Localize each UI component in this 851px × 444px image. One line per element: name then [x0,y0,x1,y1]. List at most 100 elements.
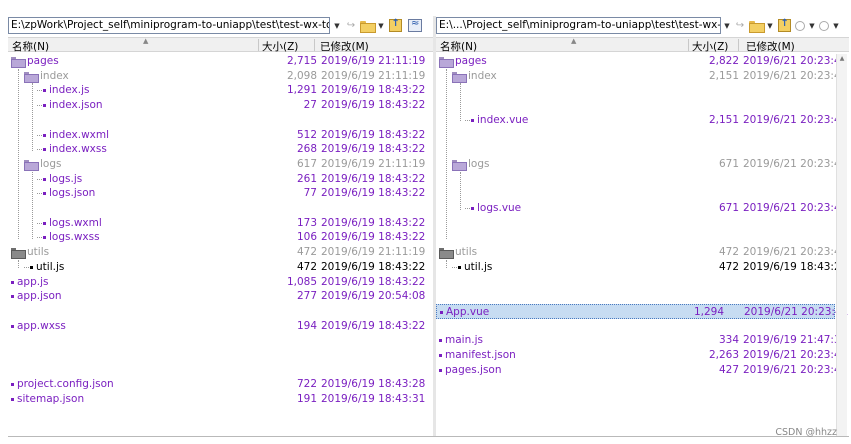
row-label: index.js [49,84,90,97]
file-row[interactable]: App.vue 1,294 2019/6/21 20:23:41 [436,303,848,319]
folder-row[interactable]: utils 472 2019/6/19 21:11:19 [8,245,433,260]
row-size: 472 [296,246,317,259]
tree-connector [37,178,42,180]
row-modified: 2019/6/21 20:23:41 [743,157,848,170]
row-label: index.wxml [49,128,110,141]
row-modified: 2019/6/19 21:11:19 [321,55,426,67]
right-col-modified[interactable]: 已修改(M) [746,39,795,54]
file-row[interactable]: logs.wxml 173 2019/6/19 18:43:22 [8,216,433,231]
tree-connector [465,208,470,209]
file-icon [439,368,442,372]
right-browse-dropdown-icon[interactable]: ▼ [765,17,775,34]
left-col-name[interactable]: 名称(N) [12,39,49,54]
row-label: pages [27,55,59,67]
file-row[interactable]: pages.json 427 2019/6/21 20:23:41 [436,363,849,378]
right-path-input[interactable]: E:\...\Project_self\miniprogram-to-uniap… [436,17,721,34]
row-name: pages [439,54,487,69]
file-icon [30,265,33,269]
row-size: 671 [718,157,739,170]
row-name: app.wxss [11,319,66,334]
row-modified: 2019/6/21 20:23:41 [743,349,848,361]
row-name: utils [439,245,477,260]
row-label: index.json [49,99,103,112]
folder-row[interactable]: pages 2,822 2019/6/21 20:23:40 [436,54,849,69]
right-col-name[interactable]: 名称(N) [440,39,477,54]
file-icon [43,104,46,108]
file-row[interactable]: main.js 334 2019/6/19 21:47:38 [436,333,849,348]
file-row[interactable]: manifest.json 2,263 2019/6/21 20:23:41 [436,348,849,363]
row-size: 277 [296,290,317,303]
file-row[interactable]: sitemap.json 191 2019/6/19 18:43:31 [8,392,433,407]
watermark: CSDN @hhzz [775,427,837,438]
file-row[interactable]: app.js 1,085 2019/6/19 18:43:22 [8,275,433,290]
left-col-size[interactable]: 大小(Z) [262,39,298,54]
right-history-back-icon[interactable]: ↪ [733,17,747,34]
right-col-size[interactable]: 大小(Z) [692,39,728,54]
row-label: logs.js [49,172,83,185]
file-row[interactable]: util.js 472 2019/6/19 18:43:22 [436,260,849,275]
row-size: 191 [296,393,317,406]
tree-guide [460,171,461,210]
left-folder-browse-icon[interactable] [358,17,376,34]
bottom-border [8,436,849,437]
file-row[interactable]: util.js 472 2019/6/19 18:43:22 [8,260,433,275]
left-path-dropdown-icon[interactable]: ▼ [330,17,344,34]
prev-icon[interactable] [793,17,807,34]
row-label: manifest.json [445,349,516,361]
row-modified: 2019/6/21 20:23:40 [743,246,848,259]
left-browse-dropdown-icon[interactable]: ▼ [376,17,386,34]
folder-row[interactable]: logs 671 2019/6/21 20:23:41 [436,157,849,172]
row-modified: 2019/6/21 20:23:40 [743,55,848,67]
row-label: sitemap.json [17,393,85,406]
row-size: 268 [296,143,317,156]
right-path-dropdown-icon[interactable]: ▼ [721,17,733,34]
file-row[interactable]: index.wxml 512 2019/6/19 18:43:22 [8,128,433,143]
file-row[interactable]: index.json 27 2019/6/19 18:43:22 [8,98,433,113]
folder-row[interactable]: utils 472 2019/6/21 20:23:40 [436,245,849,260]
row-name: logs [24,157,61,172]
file-row[interactable]: project.config.json 722 2019/6/19 18:43:28 [8,377,433,392]
left-parent-folder-icon[interactable] [386,17,404,34]
file-row[interactable]: index.wxss 268 2019/6/19 18:43:22 [8,142,433,157]
row-name: util.js [452,260,492,275]
file-row[interactable]: app.wxss 194 2019/6/19 18:43:22 [8,319,433,334]
right-folder-browse-icon[interactable] [747,17,765,34]
file-row[interactable]: app.json 277 2019/6/19 20:54:08 [8,289,433,304]
file-row[interactable]: index.js 1,291 2019/6/19 18:43:22 [8,83,433,98]
row-label: logs.vue [477,202,522,214]
row-modified: 2019/6/19 18:43:22 [321,99,426,112]
folder-open-icon [439,57,454,68]
row-name: util.js [24,260,64,275]
row-label: index.wxss [49,143,107,156]
tree-guide [32,171,33,240]
right-parent-folder-icon[interactable] [775,17,793,34]
folder-row[interactable]: logs 617 2019/6/19 21:11:19 [8,157,433,172]
folder-closed-icon [11,248,26,260]
right-column-header: 名称(N) ▲ 大小(Z) 已修改(M) [436,37,849,54]
right-scrollbar[interactable]: ▲ [836,54,847,436]
row-size: 472 [718,260,739,273]
folder-row[interactable]: pages 2,715 2019/6/19 21:11:19 [8,54,433,69]
file-row[interactable]: logs.wxss 106 2019/6/19 18:43:22 [8,230,433,245]
row-modified: 2019/6/19 21:11:19 [321,69,426,82]
tree-connector [37,90,42,92]
file-icon [439,354,442,357]
prev-dropdown-icon[interactable]: ▼ [807,17,817,34]
compare-icon[interactable] [404,17,426,34]
file-row[interactable]: logs.json 77 2019/6/19 18:43:22 [8,186,433,201]
tree-connector [37,105,42,107]
next-dropdown-icon[interactable]: ▼ [831,17,841,34]
scroll-up-icon[interactable]: ▲ [837,54,847,64]
folder-row[interactable]: index 2,098 2019/6/19 21:11:19 [8,69,433,84]
row-label: app.json [17,290,62,303]
left-path-bar: E:\zpWork\Project_self\miniprogram-to-un… [8,16,433,35]
tree-connector [37,134,42,136]
file-row[interactable]: logs.vue 671 2019/6/21 20:23:41 [436,201,849,216]
file-row[interactable]: index.vue 2,151 2019/6/21 20:23:41 [436,113,849,128]
file-row[interactable]: logs.js 261 2019/6/19 18:43:22 [8,172,433,187]
left-col-modified[interactable]: 已修改(M) [320,39,369,54]
next-icon[interactable] [817,17,831,34]
left-history-back-icon[interactable]: ↪ [344,17,358,34]
left-path-input[interactable]: E:\zpWork\Project_self\miniprogram-to-un… [8,17,330,34]
folder-row[interactable]: index 2,151 2019/6/21 20:23:41 [436,69,849,84]
